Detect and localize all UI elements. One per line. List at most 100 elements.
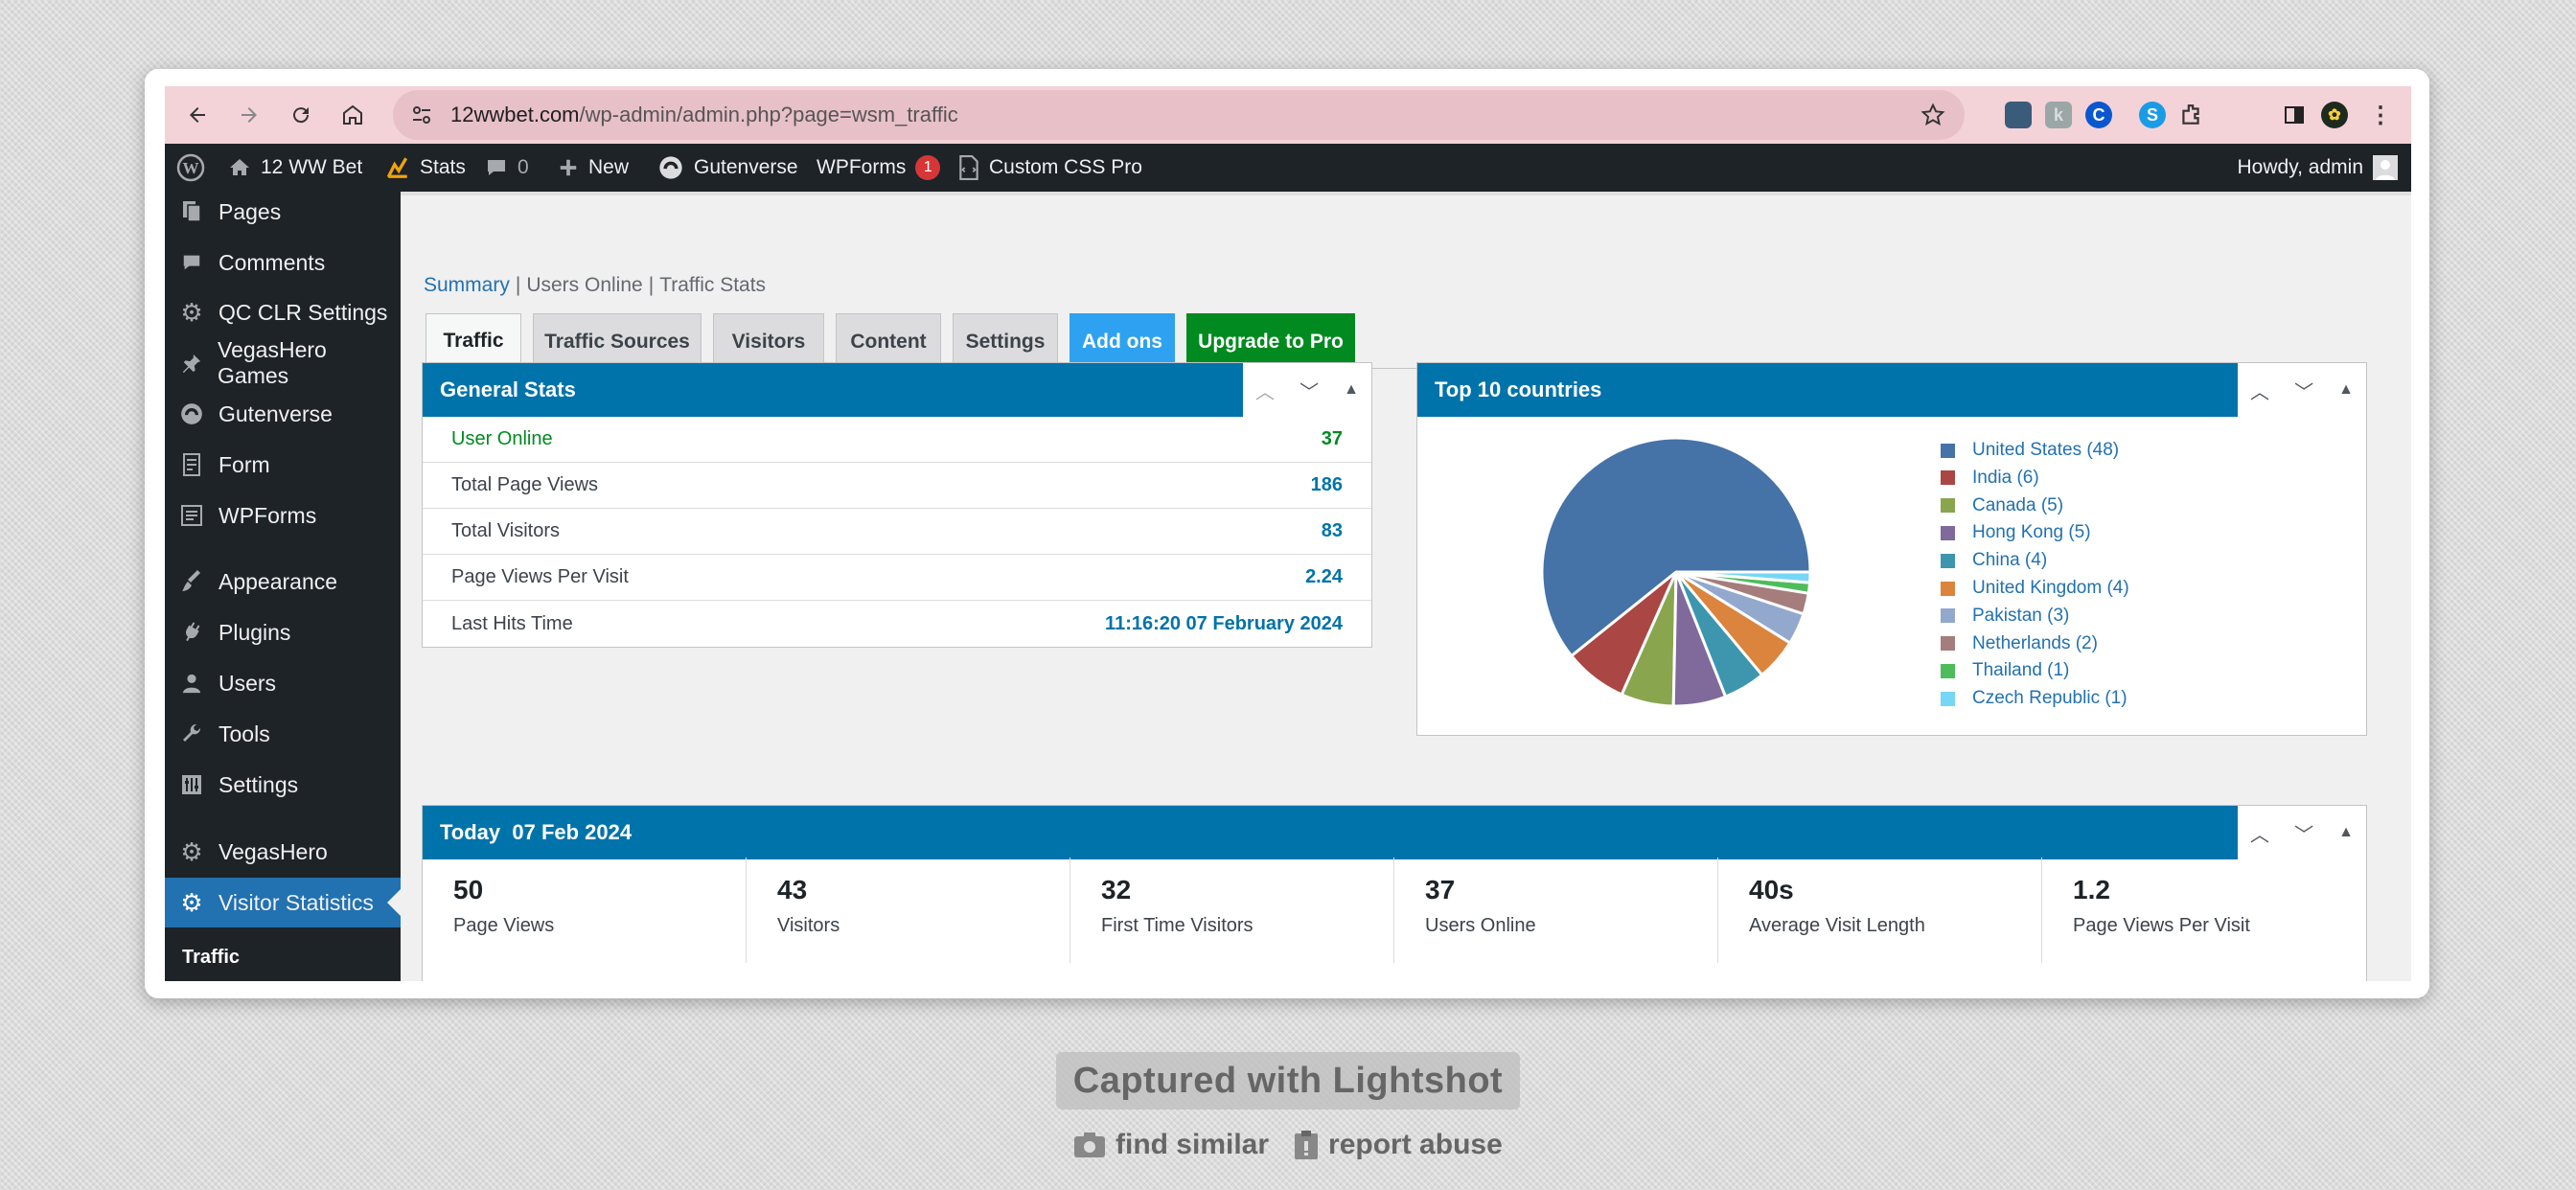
legend-swatch (1941, 470, 1955, 486)
tab-add-ons[interactable]: Add ons (1070, 313, 1175, 369)
sidebar-item-visitor-statistics[interactable]: ⚙ Visitor Statistics (165, 878, 401, 927)
arrow-left-icon (190, 107, 205, 123)
tab-settings[interactable]: Settings (953, 313, 1058, 369)
sidebar-item-form[interactable]: Form (165, 440, 401, 490)
stat-label: Total Page Views (451, 474, 599, 495)
collapse-toggle-icon[interactable]: ▲ (1344, 381, 1359, 399)
legend-item[interactable]: Netherlands (2) (1941, 633, 2098, 654)
adminbar-wpforms[interactable]: WPForms 1 (816, 144, 941, 192)
report-abuse-link[interactable]: report abuse (1294, 1129, 1503, 1161)
find-similar-link[interactable]: find similar (1073, 1129, 1269, 1161)
wp-logo[interactable]: W (176, 144, 205, 192)
extension-folder-icon[interactable] (2005, 102, 2032, 128)
back-button[interactable] (176, 94, 218, 136)
sidebar-item-settings[interactable]: Settings (165, 760, 401, 810)
report-abuse-label: report abuse (1328, 1129, 1503, 1160)
home-icon (343, 104, 362, 125)
move-down-icon[interactable]: ﹀ (2294, 819, 2313, 847)
reload-icon (293, 107, 310, 124)
forward-button[interactable] (228, 94, 270, 136)
collapse-toggle-icon[interactable]: ▲ (2338, 824, 2354, 841)
user-icon (165, 673, 218, 694)
captured-with-lightshot[interactable]: Captured with Lightshot (1056, 1052, 1520, 1110)
legend-swatch (1941, 663, 1955, 678)
sidebar-item-gutenverse[interactable]: Gutenverse (165, 389, 401, 439)
sidebar-label: Tools (218, 721, 270, 746)
comments-icon (165, 252, 218, 273)
legend-item[interactable]: Canada (5) (1941, 495, 2063, 516)
tab-upgrade-to-pro[interactable]: Upgrade to Pro (1186, 313, 1355, 369)
adminbar-gutenverse[interactable]: Gutenverse (657, 144, 798, 192)
adminbar-custom-css[interactable]: Custom CSS Pro (958, 144, 1142, 192)
find-similar-label: find similar (1116, 1129, 1270, 1160)
legend-item[interactable]: India (6) (1941, 468, 2039, 489)
adminbar-comments[interactable]: 0 (485, 144, 529, 192)
pages-icon (165, 200, 218, 223)
legend-item[interactable]: Czech Republic (1) (1941, 688, 2128, 709)
stat-label: Last Hits Time (451, 612, 573, 634)
svg-text:W: W (183, 159, 199, 177)
submenu-item-traffic[interactable]: Traffic (182, 947, 240, 969)
extension-s-icon[interactable]: S (2139, 102, 2166, 128)
today-cell-page-views: 50 Page Views (423, 858, 747, 963)
extensions-puzzle-icon[interactable] (2177, 102, 2204, 128)
reload-button[interactable] (280, 94, 322, 136)
adminbar-account[interactable]: Howdy, admin (2238, 144, 2398, 192)
collapse-toggle-icon[interactable]: ▲ (2338, 381, 2354, 399)
sidepanel-icon[interactable] (2281, 102, 2308, 128)
subnav-traffic-stats[interactable]: Traffic Stats (659, 274, 766, 296)
wrench-icon (165, 722, 218, 745)
move-down-icon[interactable]: ﹀ (2294, 377, 2313, 404)
subnav-summary[interactable]: Summary (424, 274, 510, 296)
stats-chart-icon (386, 157, 408, 178)
today-label: Users Online (1425, 915, 1536, 936)
move-up-icon[interactable]: ︿ (2250, 377, 2269, 404)
move-up-icon[interactable]: ︿ (1255, 377, 1275, 404)
site-info-icon[interactable] (410, 103, 433, 126)
address-bar[interactable]: 12wwbet.com/wp-admin/admin.php?page=wsm_… (393, 90, 1965, 140)
today-value: 50 (453, 875, 484, 904)
today-cell-users-online: 37 Users Online (1394, 858, 1718, 963)
sidebar-item-plugins[interactable]: Plugins (165, 607, 401, 657)
countries-pie-chart (1540, 436, 1812, 708)
legend-item[interactable]: Thailand (1) (1941, 660, 2069, 681)
url-text[interactable]: 12wwbet.com/wp-admin/admin.php?page=wsm_… (450, 103, 958, 127)
extension-k-icon[interactable]: k (2045, 102, 2072, 128)
tab-visitors[interactable]: Visitors (713, 313, 824, 369)
profile-avatar-icon[interactable]: ✿ (2321, 102, 2348, 128)
sidebar-item-tools[interactable]: Tools (165, 709, 401, 759)
legend-item[interactable]: United States (48) (1941, 440, 2119, 461)
legend-item[interactable]: Hong Kong (5) (1941, 522, 2091, 543)
tab-traffic[interactable]: Traffic (426, 313, 521, 369)
subnav-users-online[interactable]: Users Online (526, 274, 642, 296)
legend-item[interactable]: United Kingdom (4) (1941, 578, 2129, 599)
panel-title: Top 10 countries (1417, 363, 2238, 417)
move-up-icon[interactable]: ︿ (2250, 819, 2269, 847)
bookmark-star-icon[interactable] (1920, 103, 1945, 127)
sidebar-item-wpforms[interactable]: WPForms (165, 491, 401, 540)
tab-content[interactable]: Content (836, 313, 941, 369)
sidebar-item-vegashero[interactable]: ⚙ VegasHero (165, 827, 401, 877)
legend-swatch (1941, 636, 1955, 652)
menu-dots-icon[interactable]: ⋮ (2367, 102, 2394, 128)
stat-value: 11:16:20 07 February 2024 (1105, 612, 1343, 634)
sidebar-item-pages[interactable]: Pages (165, 187, 401, 237)
extension-c-icon[interactable]: C (2085, 102, 2112, 128)
legend-item[interactable]: China (4) (1941, 550, 2047, 571)
adminbar-stats[interactable]: Stats (385, 144, 466, 192)
wpforms-icon (165, 505, 218, 526)
sidebar-item-appearance[interactable]: Appearance (165, 557, 401, 606)
legend-item[interactable]: Pakistan (3) (1941, 606, 2069, 627)
tab-traffic-sources[interactable]: Traffic Sources (533, 313, 702, 369)
adminbar-site[interactable]: 12 WW Bet (228, 144, 362, 192)
sidebar-label: Comments (218, 249, 326, 275)
sidebar-item-users[interactable]: Users (165, 658, 401, 708)
stat-label: Page Views Per Visit (451, 566, 629, 587)
move-down-icon[interactable]: ﹀ (1300, 377, 1319, 404)
sidebar-item-qc-clr-settings[interactable]: ⚙ QC CLR Settings (165, 287, 401, 337)
sidebar-item-comments[interactable]: Comments (165, 238, 401, 287)
sidebar-item-vegashero-games[interactable]: VegasHero Games (165, 337, 401, 388)
home-icon (230, 159, 249, 175)
home-button[interactable] (332, 94, 374, 136)
adminbar-new[interactable]: New (558, 144, 629, 192)
